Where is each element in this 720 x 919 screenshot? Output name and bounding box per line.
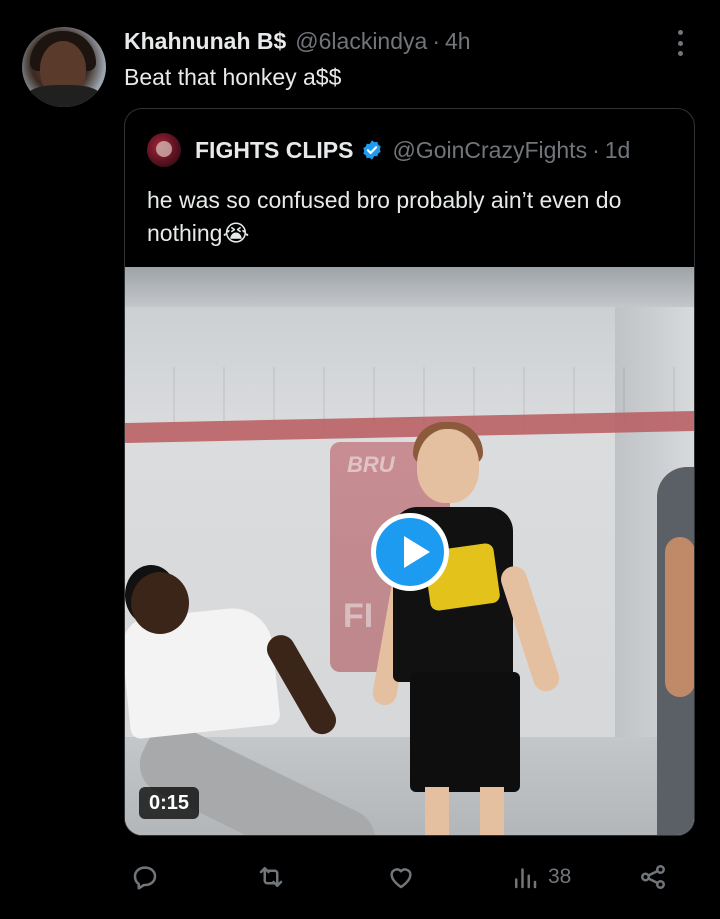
views-count: 38 <box>548 865 572 888</box>
views-icon <box>515 868 537 889</box>
video-player[interactable]: BRU FI 0:15 <box>125 267 694 835</box>
quoted-tweet-time: 1d <box>604 136 631 163</box>
views-button[interactable]: 38 <box>510 852 571 902</box>
play-button[interactable] <box>371 513 449 591</box>
more-options-icon[interactable] <box>672 30 688 56</box>
quoted-tweet-text: he was so confused bro probably ain’t ev… <box>147 187 622 246</box>
reply-button[interactable] <box>130 852 160 902</box>
video-duration: 0:15 <box>139 787 200 819</box>
quoted-tweet[interactable]: FIGHTS CLIPS @GoinCrazyFights · 1d he wa… <box>124 108 695 836</box>
quoted-author-handle: @GoinCrazyFights <box>392 136 588 163</box>
tweet-time[interactable]: 4h <box>445 28 471 55</box>
share-button[interactable] <box>638 852 668 902</box>
like-button[interactable] <box>386 852 416 902</box>
banner-text-top: BRU <box>347 452 395 477</box>
reply-icon <box>133 866 157 890</box>
separator-dot: · <box>592 136 600 163</box>
tweet-header: Khahnunah B$ @6lackindya · 4h <box>124 27 471 55</box>
quoted-author-avatar <box>147 133 181 167</box>
banner-text-bottom: FI <box>343 597 374 635</box>
retweet-icon <box>259 867 283 887</box>
share-icon <box>641 865 665 889</box>
quoted-tweet-header: FIGHTS CLIPS @GoinCrazyFights · 1d <box>147 133 630 167</box>
tweet-text: Beat that honkey a$$ <box>124 64 342 90</box>
separator-dot: · <box>432 27 440 54</box>
like-icon <box>390 868 412 889</box>
action-bar: 38 <box>124 852 684 902</box>
quoted-author-name: FIGHTS CLIPS <box>195 136 354 163</box>
author-handle[interactable]: @6lackindya <box>295 28 427 55</box>
verified-badge-icon <box>363 140 382 160</box>
author-name[interactable]: Khahnunah B$ <box>124 28 286 55</box>
retweet-button[interactable] <box>256 852 286 902</box>
author-avatar[interactable] <box>22 27 106 107</box>
